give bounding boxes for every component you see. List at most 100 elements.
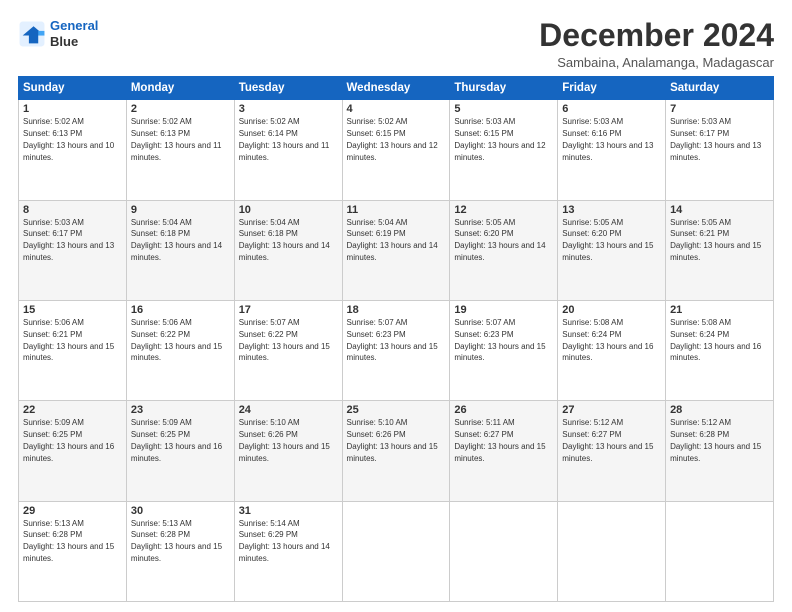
day-info: Sunrise: 5:08 AMSunset: 6:24 PMDaylight:… [670,318,761,362]
day-number: 29 [23,505,122,517]
calendar-cell: 28Sunrise: 5:12 AMSunset: 6:28 PMDayligh… [666,401,774,501]
day-info: Sunrise: 5:10 AMSunset: 6:26 PMDaylight:… [347,418,438,462]
day-info: Sunrise: 5:02 AMSunset: 6:13 PMDaylight:… [131,117,222,161]
day-info: Sunrise: 5:03 AMSunset: 6:15 PMDaylight:… [454,117,545,161]
calendar-cell [450,501,558,601]
calendar-cell: 4Sunrise: 5:02 AMSunset: 6:15 PMDaylight… [342,100,450,200]
calendar-cell: 7 Sunrise: 5:03 AMSunset: 6:17 PMDaylight… [666,100,774,200]
day-info: Sunrise: 5:03 AMSunset: 6:17 PMDaylight:… [23,218,114,262]
day-info: Sunrise: 5:02 AMSunset: 6:15 PMDaylight:… [347,117,438,161]
page: General Blue December 2024 Sambaina, Ana… [0,0,792,612]
calendar-week-row: 29 Sunrise: 5:13 AMSunset: 6:28 PMDayligh… [19,501,774,601]
day-info: Sunrise: 5:05 AMSunset: 6:20 PMDaylight:… [454,218,545,262]
calendar-cell: 5 Sunrise: 5:03 AMSunset: 6:15 PMDaylight… [450,100,558,200]
day-info: Sunrise: 5:04 AMSunset: 6:18 PMDaylight:… [239,218,330,262]
day-info: Sunrise: 5:07 AMSunset: 6:22 PMDaylight:… [239,318,330,362]
day-number: 26 [454,404,553,416]
day-number: 16 [131,304,230,316]
calendar-cell: 11Sunrise: 5:04 AMSunset: 6:19 PMDayligh… [342,200,450,300]
day-info: Sunrise: 5:07 AMSunset: 6:23 PMDaylight:… [347,318,438,362]
calendar-cell: 16 Sunrise: 5:06 AMSunset: 6:22 PMDayligh… [126,300,234,400]
day-info: Sunrise: 5:02 AMSunset: 6:13 PMDaylight:… [23,117,114,161]
day-number: 15 [23,304,122,316]
calendar-header-sunday: Sunday [19,77,127,100]
calendar-cell: 26 Sunrise: 5:11 AMSunset: 6:27 PMDayligh… [450,401,558,501]
day-info: Sunrise: 5:03 AMSunset: 6:16 PMDaylight:… [562,117,653,161]
calendar-cell: 17 Sunrise: 5:07 AMSunset: 6:22 PMDayligh… [234,300,342,400]
day-info: Sunrise: 5:14 AMSunset: 6:29 PMDaylight:… [239,519,330,563]
day-number: 30 [131,505,230,517]
calendar-cell: 30 Sunrise: 5:13 AMSunset: 6:28 PMDayligh… [126,501,234,601]
calendar-cell: 20 Sunrise: 5:08 AMSunset: 6:24 PMDayligh… [558,300,666,400]
calendar-cell: 8 Sunrise: 5:03 AMSunset: 6:17 PMDaylight… [19,200,127,300]
day-number: 17 [239,304,338,316]
day-info: Sunrise: 5:08 AMSunset: 6:24 PMDaylight:… [562,318,653,362]
calendar-cell: 6 Sunrise: 5:03 AMSunset: 6:16 PMDaylight… [558,100,666,200]
calendar-week-row: 1 Sunrise: 5:02 AMSunset: 6:13 PMDaylight… [19,100,774,200]
calendar-cell: 31 Sunrise: 5:14 AMSunset: 6:29 PMDayligh… [234,501,342,601]
day-info: Sunrise: 5:13 AMSunset: 6:28 PMDaylight:… [23,519,114,563]
day-number: 23 [131,404,230,416]
calendar-header-friday: Friday [558,77,666,100]
day-number: 27 [562,404,661,416]
day-number: 14 [670,204,769,216]
day-info: Sunrise: 5:09 AMSunset: 6:25 PMDaylight:… [131,418,222,462]
calendar-cell: 10Sunrise: 5:04 AMSunset: 6:18 PMDayligh… [234,200,342,300]
day-number: 3 [239,103,338,115]
day-number: 5 [454,103,553,115]
day-info: Sunrise: 5:06 AMSunset: 6:22 PMDaylight:… [131,318,222,362]
subtitle: Sambaina, Analamanga, Madagascar [539,55,774,70]
calendar-cell: 9 Sunrise: 5:04 AMSunset: 6:18 PMDaylight… [126,200,234,300]
day-number: 25 [347,404,446,416]
day-number: 1 [23,103,122,115]
calendar-cell: 24Sunrise: 5:10 AMSunset: 6:26 PMDayligh… [234,401,342,501]
day-info: Sunrise: 5:09 AMSunset: 6:25 PMDaylight:… [23,418,114,462]
calendar-cell: 18Sunrise: 5:07 AMSunset: 6:23 PMDayligh… [342,300,450,400]
day-info: Sunrise: 5:11 AMSunset: 6:27 PMDaylight:… [454,418,545,462]
day-info: Sunrise: 5:03 AMSunset: 6:17 PMDaylight:… [670,117,761,161]
calendar-cell: 14 Sunrise: 5:05 AMSunset: 6:21 PMDayligh… [666,200,774,300]
day-info: Sunrise: 5:02 AMSunset: 6:14 PMDaylight:… [239,117,330,161]
day-number: 31 [239,505,338,517]
logo: General Blue [18,18,98,49]
day-info: Sunrise: 5:07 AMSunset: 6:23 PMDaylight:… [454,318,545,362]
day-number: 22 [23,404,122,416]
day-info: Sunrise: 5:06 AMSunset: 6:21 PMDaylight:… [23,318,114,362]
day-info: Sunrise: 5:05 AMSunset: 6:21 PMDaylight:… [670,218,761,262]
day-number: 9 [131,204,230,216]
calendar-cell: 1 Sunrise: 5:02 AMSunset: 6:13 PMDaylight… [19,100,127,200]
calendar-cell: 21 Sunrise: 5:08 AMSunset: 6:24 PMDayligh… [666,300,774,400]
calendar-cell: 3 Sunrise: 5:02 AMSunset: 6:14 PMDaylight… [234,100,342,200]
day-number: 2 [131,103,230,115]
calendar-cell: 12 Sunrise: 5:05 AMSunset: 6:20 PMDayligh… [450,200,558,300]
calendar-cell: 15 Sunrise: 5:06 AMSunset: 6:21 PMDayligh… [19,300,127,400]
day-number: 6 [562,103,661,115]
calendar-cell: 25 Sunrise: 5:10 AMSunset: 6:26 PMDayligh… [342,401,450,501]
calendar-header-thursday: Thursday [450,77,558,100]
calendar-header-saturday: Saturday [666,77,774,100]
calendar-cell: 29 Sunrise: 5:13 AMSunset: 6:28 PMDayligh… [19,501,127,601]
day-number: 21 [670,304,769,316]
day-number: 12 [454,204,553,216]
day-info: Sunrise: 5:13 AMSunset: 6:28 PMDaylight:… [131,519,222,563]
calendar-header-monday: Monday [126,77,234,100]
header: General Blue December 2024 Sambaina, Ana… [18,18,774,70]
logo-text: General Blue [50,18,98,49]
calendar-cell: 2 Sunrise: 5:02 AMSunset: 6:13 PMDaylight… [126,100,234,200]
calendar-cell: 27Sunrise: 5:12 AMSunset: 6:27 PMDayligh… [558,401,666,501]
day-number: 7 [670,103,769,115]
calendar-table: SundayMondayTuesdayWednesdayThursdayFrid… [18,76,774,602]
calendar-cell [558,501,666,601]
day-number: 8 [23,204,122,216]
calendar-week-row: 22 Sunrise: 5:09 AMSunset: 6:25 PMDayligh… [19,401,774,501]
day-info: Sunrise: 5:04 AMSunset: 6:18 PMDaylight:… [131,218,222,262]
day-number: 20 [562,304,661,316]
calendar-cell: 19 Sunrise: 5:07 AMSunset: 6:23 PMDayligh… [450,300,558,400]
main-title: December 2024 [539,18,774,53]
title-section: December 2024 Sambaina, Analamanga, Mada… [539,18,774,70]
calendar-week-row: 15 Sunrise: 5:06 AMSunset: 6:21 PMDayligh… [19,300,774,400]
calendar-cell [342,501,450,601]
calendar-cell [666,501,774,601]
day-number: 19 [454,304,553,316]
day-number: 28 [670,404,769,416]
